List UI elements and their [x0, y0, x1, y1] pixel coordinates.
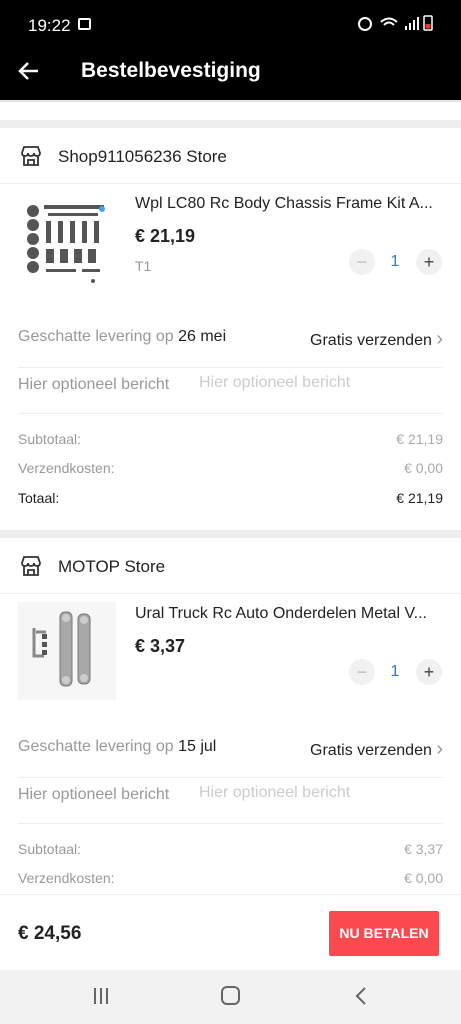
- shipping-cost-value: € 0,00: [404, 460, 443, 476]
- system-icons: [357, 14, 435, 35]
- system-navigation-bar: [0, 970, 461, 1024]
- shipping-cost-label: Verzendkosten:: [18, 870, 115, 886]
- product-image[interactable]: [18, 602, 116, 700]
- divider: [0, 100, 461, 102]
- checkout-bar: € 24,56 NU BETALEN: [0, 894, 461, 970]
- delivery-label: Geschatte levering op 26 mei: [18, 328, 226, 346]
- quantity-value: 1: [390, 663, 400, 680]
- status-bar: 19:22: [0, 0, 461, 50]
- product-price: € 21,19: [135, 226, 196, 246]
- shipping-cost-label: Verzendkosten:: [18, 460, 115, 476]
- store-name: Shop911056236 Store: [58, 147, 227, 166]
- product-title[interactable]: Wpl LC80 Rc Body Chassis Frame Kit A...: [135, 195, 445, 213]
- pay-now-button[interactable]: NU BETALEN: [329, 911, 439, 956]
- app-bar: Bestelbevestiging: [0, 50, 461, 100]
- shipping-option[interactable]: Gratis verzenden ›: [310, 738, 443, 761]
- chevron-right-icon: ›: [436, 738, 443, 760]
- shipping-cost-value: € 0,00: [404, 870, 443, 886]
- product-price: € 3,37: [135, 636, 186, 656]
- recent-apps-icon[interactable]: [92, 988, 110, 1004]
- wifi-icon: [380, 17, 398, 26]
- product-title[interactable]: Ural Truck Rc Auto Onderdelen Metal V...: [135, 605, 445, 623]
- chevron-right-icon: ›: [436, 328, 443, 350]
- quantity-increase-button[interactable]: +: [416, 659, 442, 685]
- status-time: 19:22: [28, 16, 71, 35]
- delivery-label: Geschatte levering op 15 jul: [18, 738, 216, 756]
- product-image[interactable]: [18, 197, 116, 295]
- section-gap: [0, 530, 461, 538]
- store-section: Shop911056236 Store Wpl LC80 Rc Body Cha…: [0, 128, 461, 528]
- back-arrow-icon[interactable]: [18, 56, 40, 89]
- signal-icon: [417, 17, 419, 30]
- message-label: Hier optioneel bericht: [18, 786, 170, 803]
- status-icons-svg: [358, 15, 433, 31]
- order-total: € 24,56: [18, 923, 82, 944]
- total-value: € 21,19: [396, 490, 443, 506]
- shipping-label: Gratis verzenden: [310, 742, 432, 759]
- shipping-option[interactable]: Gratis verzenden ›: [310, 328, 443, 351]
- store-header[interactable]: MOTOP Store: [0, 538, 461, 594]
- subtotal-label: Subtotaal:: [18, 431, 82, 447]
- delivery-date: 15 jul: [178, 738, 217, 755]
- store-header[interactable]: Shop911056236 Store: [0, 128, 461, 184]
- product-variant: T1: [135, 258, 152, 274]
- quantity-value: 1: [390, 253, 400, 270]
- store-section: MOTOP Store Ural Truck Rc Auto Onderdele…: [0, 538, 461, 894]
- shipping-label: Gratis verzenden: [310, 332, 432, 349]
- store-icon: [21, 556, 41, 576]
- message-input[interactable]: [199, 374, 443, 392]
- message-row: Hier optioneel bericht: [18, 784, 443, 824]
- quantity-decrease-button[interactable]: −: [349, 249, 375, 275]
- quantity-decrease-button[interactable]: −: [349, 659, 375, 685]
- gallery-icon: [78, 18, 91, 30]
- quantity-increase-button[interactable]: +: [416, 249, 442, 275]
- subtotal-value: € 21,19: [396, 431, 443, 447]
- store-icon: [21, 146, 41, 166]
- delivery-row: Geschatte levering op 15 jul Gratis verz…: [18, 738, 443, 778]
- alarm-icon: [358, 17, 372, 31]
- message-label: Hier optioneel bericht: [18, 376, 170, 393]
- delivery-date: 26 mei: [178, 328, 227, 345]
- subtotal-value: € 3,37: [404, 841, 443, 857]
- delivery-label-text: Geschatte levering op: [18, 738, 179, 755]
- delivery-row: Geschatte levering op 26 mei Gratis verz…: [18, 328, 443, 368]
- delivery-label-text: Geschatte levering op: [18, 328, 179, 345]
- home-icon[interactable]: [221, 986, 240, 1005]
- back-icon[interactable]: [352, 986, 372, 1006]
- section-gap: [0, 120, 461, 128]
- message-row: Hier optioneel bericht: [18, 374, 443, 414]
- subtotal-label: Subtotaal:: [18, 841, 82, 857]
- total-label: Totaal:: [18, 490, 60, 506]
- page-title: Bestelbevestiging: [81, 59, 261, 82]
- store-name: MOTOP Store: [58, 557, 166, 576]
- message-input[interactable]: [199, 784, 443, 802]
